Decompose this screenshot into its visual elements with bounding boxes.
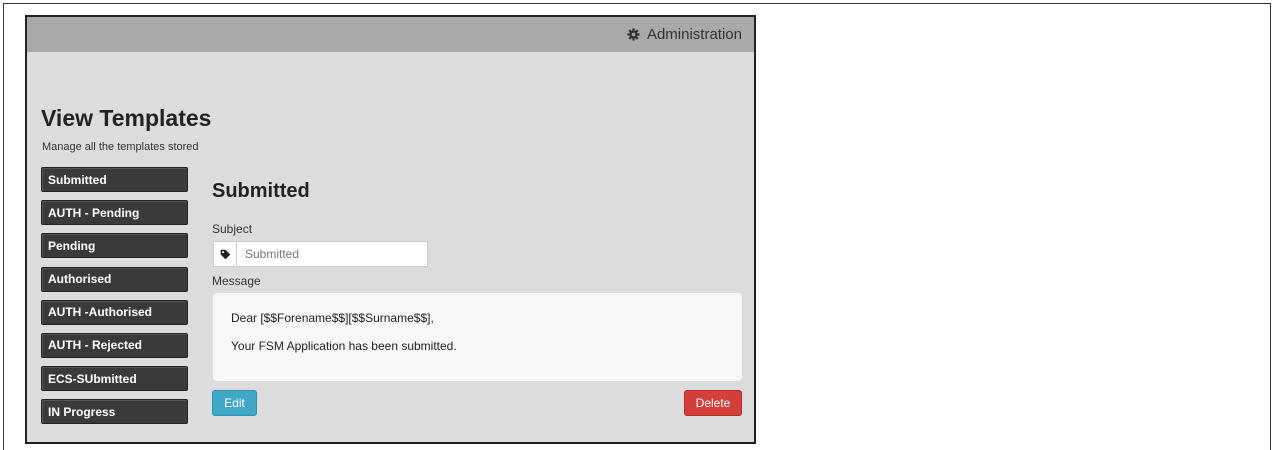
subject-input[interactable] bbox=[237, 242, 427, 266]
sidebar-item-submitted[interactable]: Submitted bbox=[41, 167, 188, 192]
sidebar-item-auth-rejected[interactable]: AUTH - Rejected bbox=[41, 332, 188, 358]
delete-button[interactable]: Delete bbox=[684, 390, 742, 416]
edit-button[interactable]: Edit bbox=[212, 390, 257, 416]
message-label: Message bbox=[212, 274, 261, 288]
message-line: Your FSM Application has been submitted. bbox=[231, 339, 457, 353]
app-window: Administration View Templates Manage all… bbox=[25, 15, 756, 444]
page-title: View Templates bbox=[41, 105, 212, 131]
sidebar-item-auth-pending[interactable]: AUTH - Pending bbox=[41, 200, 188, 226]
tag-icon bbox=[214, 242, 237, 266]
template-sidebar: Submitted AUTH - Pending Pending Authori… bbox=[41, 167, 188, 433]
administration-link[interactable]: Administration bbox=[627, 26, 742, 43]
subject-field bbox=[213, 241, 428, 267]
sidebar-item-in-progress[interactable]: IN Progress bbox=[41, 399, 188, 425]
message-body: Dear [$$Forename$$][$$Surname$$], Your F… bbox=[213, 293, 742, 381]
sidebar-item-authorised[interactable]: Authorised bbox=[41, 266, 188, 292]
sidebar-item-auth-authorised[interactable]: AUTH -Authorised bbox=[41, 299, 188, 325]
administration-label: Administration bbox=[646, 26, 742, 43]
template-title: Submitted bbox=[212, 180, 310, 202]
gear-icon bbox=[627, 28, 640, 41]
message-line: Dear [$$Forename$$][$$Surname$$], bbox=[231, 311, 434, 325]
sidebar-item-ecs-submitted[interactable]: ECS-SUbmitted bbox=[41, 366, 188, 392]
page-subtitle: Manage all the templates stored bbox=[42, 141, 199, 153]
subject-label: Subject bbox=[212, 222, 253, 236]
sidebar-item-pending[interactable]: Pending bbox=[41, 233, 188, 259]
top-bar: Administration bbox=[27, 17, 754, 52]
